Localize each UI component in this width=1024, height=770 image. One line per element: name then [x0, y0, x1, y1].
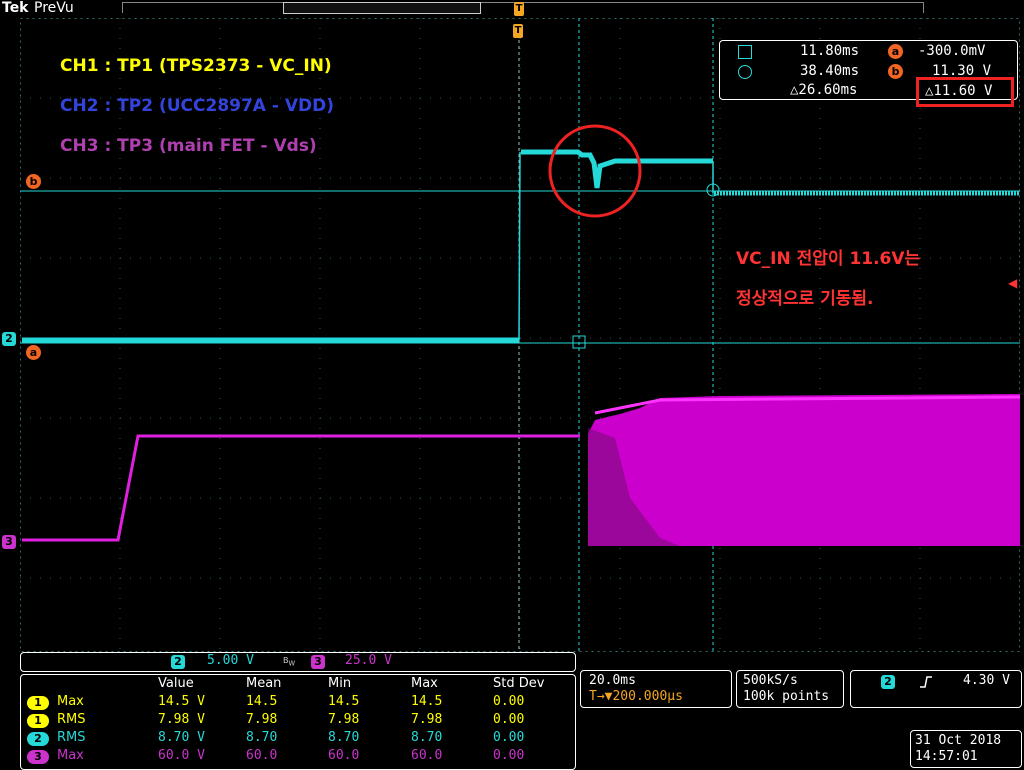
ch2-scale-tag: 2: [171, 655, 185, 669]
ch3-scale-tag: 3: [311, 655, 325, 669]
ch2-ground-marker-icon[interactable]: 2: [2, 332, 16, 346]
time-value: 14:57:01: [915, 749, 978, 764]
meas-name: Max: [57, 748, 84, 763]
date-value: 31 Oct 2018: [915, 733, 1002, 748]
cursor-a-level-icon[interactable]: a: [26, 345, 41, 360]
trigger-panel[interactable]: 2 4.30 V: [850, 670, 1022, 708]
meas-channel-tag: 3: [27, 750, 49, 764]
meas-name: RMS: [57, 712, 86, 727]
meas-value: 8.70 V: [158, 730, 205, 745]
meas-channel-tag: 2: [27, 732, 49, 746]
offscreen-arrow-icon: ◀: [1008, 276, 1018, 290]
vertical-scale-bar[interactable]: 2 5.00 V BW 3 25.0 V: [20, 652, 576, 672]
meas-header-stddev: Std Dev: [493, 676, 545, 691]
meas-std: 0.00: [493, 748, 525, 763]
meas-header-mean: Mean: [246, 676, 282, 691]
ch2-legend: CH2 : TP2 (UCC2897A - VDD): [60, 96, 335, 116]
meas-min: 7.98: [328, 712, 360, 727]
measurement-row[interactable]: 2 RMS 8.70 V 8.70 8.70 8.70 0.00: [21, 730, 575, 748]
timebase-panel[interactable]: 20.0ms T→▼200.000μs: [580, 670, 732, 708]
meas-min: 60.0: [328, 748, 360, 763]
circle-cursor-icon: [738, 65, 752, 79]
ch2-scale-value: 5.00 V: [207, 653, 254, 668]
ch3-legend: CH3 : TP3 (main FET - Vds): [60, 136, 317, 156]
cursor-a-value: -300.0mV: [918, 43, 986, 59]
trigger-time-marker-icon: T: [514, 2, 524, 16]
meas-mean: 14.5: [246, 694, 278, 709]
meas-value: 14.5 V: [158, 694, 205, 709]
cursor-b-level-icon[interactable]: b: [26, 174, 41, 189]
meas-max: 7.98: [411, 712, 443, 727]
rising-edge-icon: [920, 676, 932, 688]
brand-logo: Tek: [2, 0, 29, 16]
ch1-legend: CH1 : TP1 (TPS2373 - VC_IN): [60, 56, 332, 76]
meas-max: 60.0: [411, 748, 443, 763]
meas-mean: 7.98: [246, 712, 278, 727]
cursor-t1-value: 11.80ms: [800, 43, 860, 59]
meas-min: 8.70: [328, 730, 360, 745]
meas-std: 0.00: [493, 730, 525, 745]
meas-mean: 60.0: [246, 748, 278, 763]
delta-voltage-highlight: △11.60 V: [916, 77, 1014, 107]
meas-max: 8.70: [411, 730, 443, 745]
ch3-ground-marker-icon[interactable]: 3: [2, 535, 16, 549]
measurement-row[interactable]: 1 Max 14.5 V 14.5 14.5 14.5 0.00: [21, 694, 575, 712]
meas-max: 14.5: [411, 694, 443, 709]
cursor-b-icon: b: [888, 64, 903, 79]
meas-name: RMS: [57, 730, 86, 745]
trigger-delay: T→▼200.000μs: [589, 689, 683, 704]
trigger-level: 4.30 V: [963, 673, 1010, 688]
cursor-delta-voltage: △11.60 V: [925, 83, 993, 99]
acquisition-mode: PreVu: [34, 0, 74, 16]
meas-header-min: Min: [328, 676, 352, 691]
datetime-panel: 31 Oct 2018 14:57:01: [910, 730, 1022, 768]
record-view-window[interactable]: [283, 2, 481, 14]
measurements-panel: Value Mean Min Max Std Dev 1 Max 14.5 V 14.…: [20, 674, 576, 770]
annotation-line-2: 정상적으로 기동됨.: [736, 289, 874, 309]
meas-channel-tag: 1: [27, 696, 49, 710]
timebase-scale: 20.0ms: [589, 673, 636, 688]
meas-value: 7.98 V: [158, 712, 205, 727]
cursor-t2-value: 38.40ms: [800, 63, 860, 79]
meas-value: 60.0 V: [158, 748, 205, 763]
bandwidth-limit-icon: BW: [283, 656, 296, 668]
meas-header-value: Value: [158, 676, 194, 691]
measurement-row[interactable]: 3 Max 60.0 V 60.0 60.0 60.0 0.00: [21, 748, 575, 766]
meas-min: 14.5: [328, 694, 360, 709]
meas-mean: 8.70: [246, 730, 278, 745]
meas-std: 0.00: [493, 712, 525, 727]
cursor-delta-time: △26.60ms: [790, 82, 858, 98]
trigger-source-tag: 2: [881, 675, 895, 689]
meas-channel-tag: 1: [27, 714, 49, 728]
annotation-line-1: VC_IN 전압이 11.6V는: [736, 249, 921, 269]
ch3-scale-value: 25.0 V: [345, 653, 392, 668]
acquisition-panel[interactable]: 500kS/s 100k points: [736, 670, 844, 708]
record-length: 100k points: [743, 689, 830, 704]
meas-std: 0.00: [493, 694, 525, 709]
meas-header-max: Max: [411, 676, 438, 691]
square-cursor-icon: [738, 45, 752, 59]
cursor-a-icon: a: [888, 44, 903, 59]
measurement-row[interactable]: 1 RMS 7.98 V 7.98 7.98 7.98 0.00: [21, 712, 575, 730]
meas-name: Max: [57, 694, 84, 709]
sample-rate: 500kS/s: [743, 673, 798, 688]
